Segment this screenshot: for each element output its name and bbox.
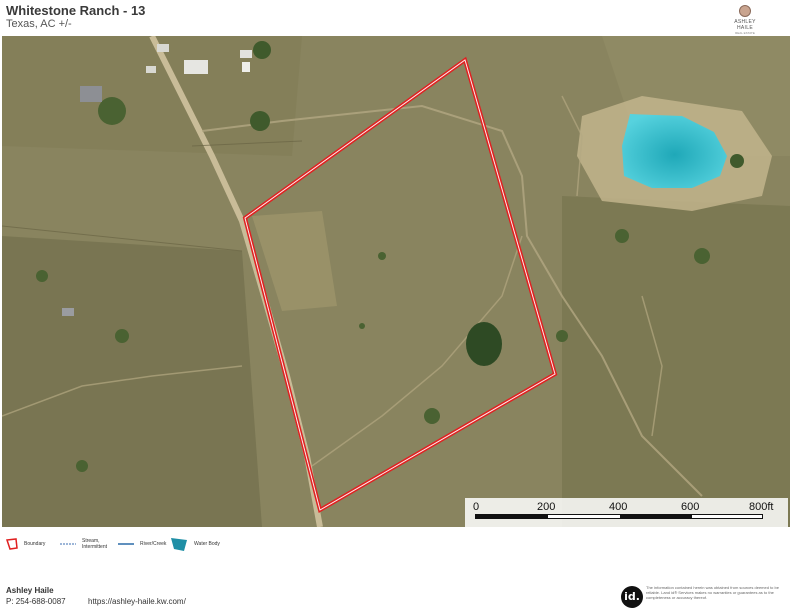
legend-water-body: Water Body (170, 535, 220, 553)
building-2 (240, 50, 252, 58)
tree-cluster (466, 322, 502, 366)
water-body-icon (171, 538, 187, 551)
brush-area-east (562, 196, 790, 527)
river-icon (118, 543, 134, 545)
building-1 (184, 60, 208, 74)
legend-label-river: River/Creek (140, 541, 167, 547)
agent-phone: P: 254-688-0087 (6, 597, 66, 606)
legend-river: River/Creek (118, 535, 166, 553)
scale-label-0: 0 (473, 501, 480, 513)
map-legend: Boundary Stream, Intermittent River/Cree… (0, 532, 792, 556)
aerial-map[interactable]: 0 200 400 600 800ft (2, 36, 790, 527)
page-header: Whitestone Ranch - 13 Texas, AC +/- ASHL… (0, 0, 792, 36)
boundary-icon (6, 538, 18, 550)
agent-website-link[interactable]: https://ashley-haile.kw.com/ (88, 597, 186, 606)
land-id-logo: id. (621, 586, 643, 608)
page-subtitle: Texas, AC +/- (6, 18, 72, 30)
page-footer: Ashley Haile P: 254-688-0087 https://ash… (0, 580, 792, 612)
legend-label-water: Water Body (194, 541, 220, 547)
disclaimer-text: The information contained herein was obt… (646, 585, 779, 600)
legend-stream: Stream, Intermittent (60, 535, 118, 553)
legend-label-boundary: Boundary (24, 541, 46, 547)
scale-bar: 0 200 400 600 800ft (465, 498, 788, 527)
brand-logo: ASHLEY HAILE REAL ESTATE (728, 5, 762, 35)
scale-label-800: 800ft (749, 501, 774, 513)
legend-label-stream: Stream, Intermittent (82, 538, 108, 550)
brand-name: ASHLEY HAILE (734, 19, 756, 31)
agent-name: Ashley Haile (6, 586, 54, 595)
brand-sub: REAL ESTATE (735, 31, 755, 35)
scale-label-600: 600 (681, 501, 700, 513)
building-3 (80, 86, 102, 102)
scale-label-200: 200 (537, 501, 556, 513)
stream-icon (60, 543, 76, 545)
scale-label-400: 400 (609, 501, 628, 513)
scale-track (475, 514, 763, 519)
map-canvas (2, 36, 790, 527)
legend-boundary: Boundary (6, 535, 45, 553)
brand-avatar (739, 5, 751, 17)
page-title: Whitestone Ranch - 13 (6, 3, 146, 18)
